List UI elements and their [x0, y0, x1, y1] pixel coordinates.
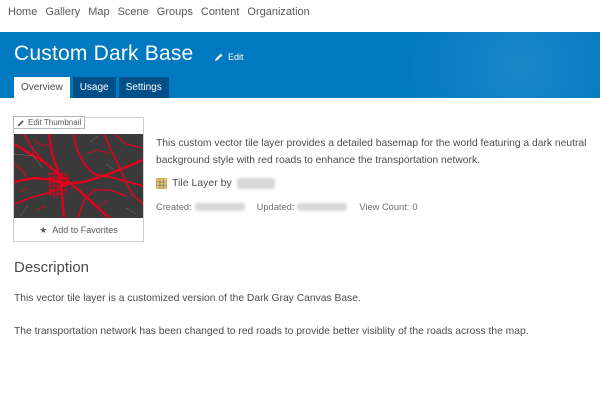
tab-overview[interactable]: Overview — [14, 77, 70, 98]
pencil-icon — [17, 119, 24, 126]
description-heading: Description — [14, 259, 90, 276]
description-paragraph: This vector tile layer is a customized v… — [14, 293, 361, 304]
created-date-redacted — [194, 203, 245, 211]
add-to-favorites-button[interactable]: ★ Add to Favorites — [14, 221, 143, 239]
item-summary: This custom vector tile layer provides a… — [156, 138, 587, 166]
edit-title-label: Edit — [228, 52, 244, 62]
created-label: Created: — [156, 202, 192, 212]
nav-content[interactable]: Content — [201, 1, 240, 23]
top-navigation: Home Gallery Map Scene Groups Content Or… — [0, 0, 600, 24]
owner-name-redacted[interactable] — [236, 177, 275, 189]
red-roads-map-thumbnail — [14, 134, 143, 218]
item-type-row: Tile Layer by — [156, 177, 275, 189]
pencil-icon — [215, 53, 223, 61]
item-tabs: Overview Usage Settings — [14, 77, 169, 98]
nav-organization[interactable]: Organization — [247, 1, 309, 23]
page-title: Custom Dark Base — [14, 42, 194, 65]
tile-layer-icon — [156, 177, 167, 189]
nav-home[interactable]: Home — [8, 1, 37, 23]
view-count-label: View Count: — [359, 202, 410, 212]
description-paragraph: The transportation network has been chan… — [14, 326, 529, 337]
thumbnail-image — [14, 134, 143, 218]
edit-thumbnail-button[interactable]: Edit Thumbnail — [13, 116, 86, 129]
view-count-value: 0 — [412, 202, 418, 212]
edit-thumbnail-label: Edit Thumbnail — [28, 118, 82, 127]
tab-settings[interactable]: Settings — [118, 77, 169, 98]
nav-map[interactable]: Map — [88, 1, 109, 23]
updated-date-redacted — [297, 203, 348, 211]
nav-groups[interactable]: Groups — [157, 1, 193, 23]
item-type-label: Tile Layer by — [172, 177, 232, 189]
nav-scene[interactable]: Scene — [118, 1, 149, 23]
star-icon: ★ — [39, 224, 48, 235]
updated-label: Updated: — [256, 202, 295, 212]
nav-gallery[interactable]: Gallery — [45, 1, 80, 23]
edit-title-button[interactable]: Edit — [214, 52, 244, 62]
tab-usage[interactable]: Usage — [72, 77, 116, 98]
item-meta-row: Created: Updated: View Count: 0 — [156, 202, 418, 212]
add-to-favorites-label: Add to Favorites — [52, 225, 118, 235]
